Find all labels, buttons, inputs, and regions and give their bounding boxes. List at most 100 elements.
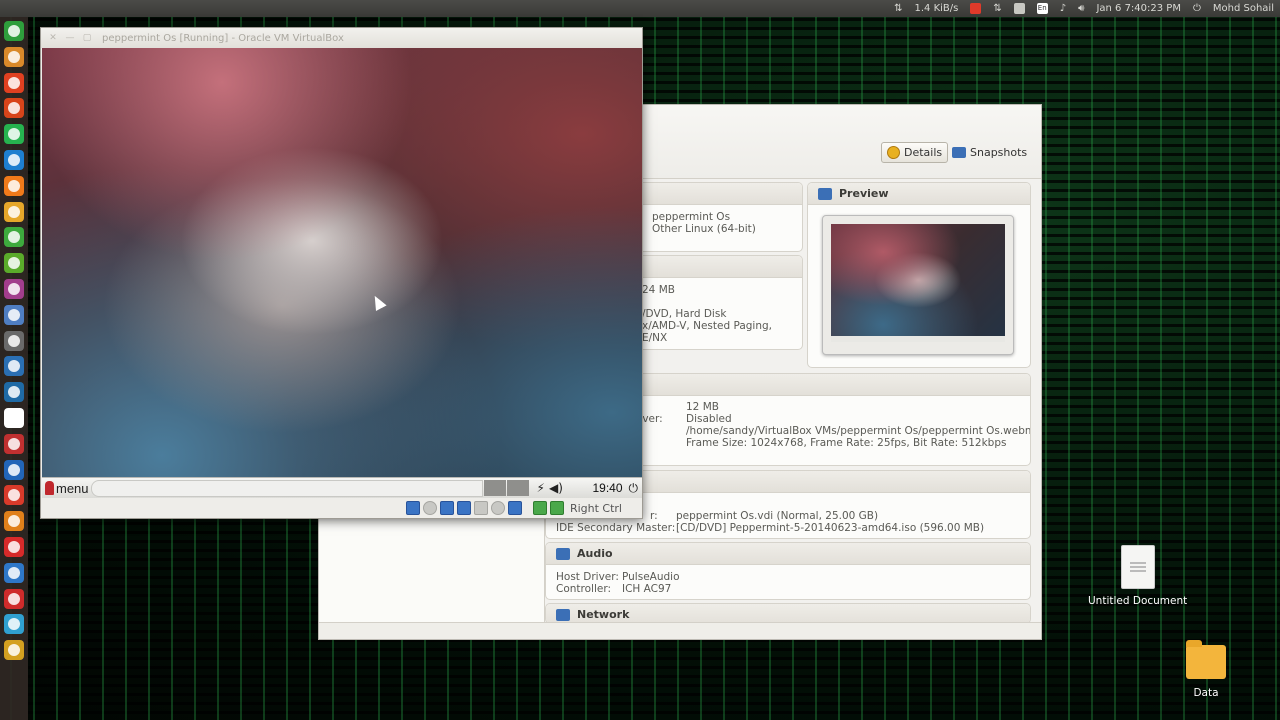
app-glyph-icon [8,25,20,37]
launcher-app-icon[interactable] [4,407,24,428]
network-icon [556,608,570,621]
keyboard-layout-indicator[interactable]: En [1036,3,1048,14]
guest-menu-button[interactable]: menu [42,481,89,496]
launcher-app-icon[interactable] [4,46,24,67]
launcher-app-icon[interactable] [4,330,24,351]
app-glyph-icon [8,489,20,502]
desktop-icon-label: Data [1193,687,1219,699]
app-glyph-icon [8,50,20,63]
network-title: Network [577,608,630,621]
details-icon [887,146,900,159]
launcher-app-icon[interactable] [4,149,24,170]
tab-snapshots[interactable]: Snapshots [947,142,1032,163]
audio-status-icon[interactable] [439,501,454,515]
workspace-2[interactable] [506,480,529,496]
maximize-icon[interactable]: ▢ [82,33,92,43]
tab-details-label: Details [904,146,943,159]
app-glyph-icon [8,437,20,450]
app-glyph-icon [8,257,20,270]
preview-thumbnail [831,224,1005,342]
guest-network-icon[interactable]: ⚡ [537,481,545,495]
launcher-app-icon[interactable] [4,433,24,454]
settings-icon[interactable] [1013,3,1025,14]
display-status-icon[interactable] [507,501,522,515]
capture-attributes-value: Frame Size: 1024x768, Frame Rate: 25fps,… [686,437,1007,449]
volume-icon[interactable]: 🔊︎ [1078,3,1084,14]
launcher-app-icon[interactable] [4,253,24,274]
launcher-app-icon[interactable] [4,124,24,145]
guest-volume-icon[interactable]: ◀) [549,481,563,495]
launcher-app-icon[interactable] [4,562,24,583]
peppermint-logo-icon [45,481,54,495]
power-icon[interactable]: ⏻ [1193,3,1201,14]
workspace-1[interactable] [483,480,506,496]
minimize-icon[interactable]: — [65,33,75,43]
launcher-app-icon[interactable] [4,98,24,119]
launcher-app-icon[interactable] [4,175,24,196]
preview-frame [822,215,1014,355]
acceleration-value-2: E/NX [642,332,668,344]
launcher-app-icon[interactable] [4,201,24,222]
launcher-app-icon[interactable] [4,382,24,403]
close-icon[interactable]: ✕ [48,33,58,43]
remote-desktop-value: Disabled [686,413,732,425]
launcher-app-icon[interactable] [4,304,24,325]
network-arrows-icon[interactable]: ⇅ [894,3,902,14]
launcher-app-icon[interactable] [4,640,24,661]
launcher-app-icon[interactable] [4,459,24,480]
launcher-app-icon[interactable] [4,21,24,41]
record-icon[interactable] [970,3,982,14]
desktop-icon-data[interactable]: Data [1186,640,1226,699]
hard-disk-icon[interactable] [405,501,420,515]
mouse-integration-icon[interactable] [549,501,564,515]
datetime[interactable]: Jan 6 7:40:23 PM [1096,3,1181,14]
guest-power-icon[interactable]: ⏻ [629,481,639,496]
snapshots-icon [952,147,966,158]
guest-desktop[interactable] [42,48,642,477]
app-glyph-icon [8,282,20,295]
shared-folders-icon[interactable] [473,501,488,515]
launcher-app-icon[interactable] [4,614,24,635]
preview-header[interactable]: Preview [808,183,1030,205]
launcher [0,17,28,720]
folder-icon [1186,640,1226,679]
ide-secondary-label: IDE Secondary Master: [556,522,676,534]
capture-file-value: /home/sandy/VirtualBox VMs/peppermint Os… [686,425,1031,437]
guest-taskbar[interactable] [90,479,483,497]
transfer-icon[interactable]: ⇅ [993,3,1001,14]
host-driver-value: PulseAudio [622,571,680,583]
launcher-app-icon[interactable] [4,72,24,93]
tab-details[interactable]: Details [881,142,949,163]
ide-primary-value: peppermint Os.vdi (Normal, 25.00 GB) [676,510,879,522]
desktop-icon-untitled-document[interactable]: Untitled Document [1088,545,1187,607]
boot-order-value: /DVD, Hard Disk [642,308,727,320]
section-audio: Audio Host Driver: PulseAudio Controller… [545,542,1031,600]
optical-drive-icon[interactable] [422,501,437,515]
app-glyph-icon [8,618,20,631]
top-panel: ⇅ 1.4 KiB/s ⇅ En ♪ 🔊︎ Jan 6 7:40:23 PM ⏻… [0,0,1280,17]
launcher-app-icon[interactable] [4,588,24,609]
app-glyph-icon [8,179,20,192]
vm-window-titlebar[interactable]: ✕ — ▢ peppermint Os [Running] - Oracle V… [41,28,642,48]
network-header[interactable]: Network [546,604,1030,623]
app-glyph-icon [8,231,20,244]
guest-clock[interactable]: 19:40 [592,481,622,495]
network-status-icon[interactable] [456,501,471,515]
launcher-app-icon[interactable] [4,227,24,248]
launcher-app-icon[interactable] [4,511,24,532]
launcher-app-icon[interactable] [4,356,24,377]
vm-window-title: peppermint Os [Running] - Oracle VM Virt… [102,32,344,44]
section-preview: Preview [807,182,1031,368]
launcher-app-icon[interactable] [4,485,24,506]
user-name[interactable]: Mohd Sohail [1213,3,1274,14]
launcher-app-icon[interactable] [4,536,24,557]
notification-icon[interactable]: ♪ [1060,3,1066,14]
capture-icon[interactable] [532,501,547,515]
usb-icon[interactable] [490,501,505,515]
app-glyph-icon [8,308,20,321]
app-glyph-icon [8,540,20,553]
launcher-app-icon[interactable] [4,278,24,299]
acceleration-value: x/AMD-V, Nested Paging, [642,320,773,332]
app-glyph-icon [8,334,20,347]
audio-header[interactable]: Audio [546,543,1030,565]
